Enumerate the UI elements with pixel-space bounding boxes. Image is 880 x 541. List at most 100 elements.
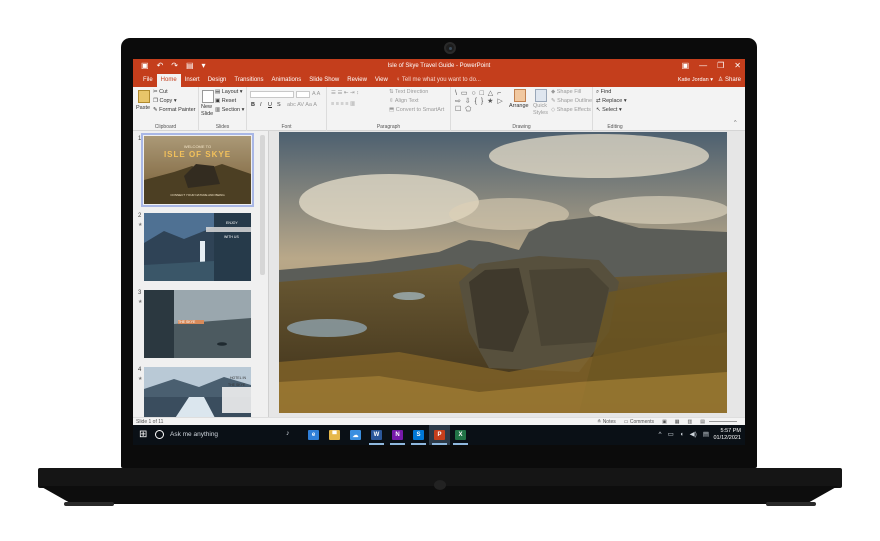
skype-glyph: S [413,430,424,440]
format-painter-button[interactable]: ✎ Format Painter [153,107,196,114]
text-direction-button[interactable]: ⇅ Text Direction [389,89,428,96]
grow-font-icon[interactable]: A A [312,91,320,98]
clipboard-group-label: Clipboard [154,124,177,130]
ribbon-tabs: File Home Insert Design Transitions Anim… [139,74,481,87]
alignment-icons[interactable]: ≡ ≡ ≡ ≡ ▥ [331,101,355,108]
slide-thumbnail-4[interactable]: HOTEL IN THE SKYE [144,367,251,417]
convert-smartart-button[interactable]: ⬒ Convert to SmartArt [389,107,444,114]
quick-styles-label-1[interactable]: Quick [533,103,547,110]
river-thumbnail-image [144,367,251,417]
slide-thumbnail-3[interactable]: THE SKYE [144,290,251,358]
shape-effects-button[interactable]: ◇ Shape Effects [551,107,591,114]
layout-label: Layout [221,89,239,95]
tab-insert[interactable]: Insert [181,74,204,87]
collapse-ribbon-icon[interactable]: ^ [734,120,737,127]
status-bar: Slide 1 of 11 ≙ Notes ▭ Comments ▣ ▦ ▥ ▤ [133,417,745,425]
underline-button[interactable]: U [268,102,272,109]
layout-button[interactable]: ▤ Layout ▾ [215,89,243,96]
volume-icon[interactable]: ◀) [690,425,697,445]
skype-icon[interactable]: S [408,425,429,445]
onenote-glyph: N [392,430,403,440]
tab-design[interactable]: Design [204,74,231,87]
tell-me-text: Tell me what you want to do... [401,77,481,83]
convert-smartart-label: Convert to SmartArt [395,107,445,113]
tab-slide-show[interactable]: Slide Show [305,74,343,87]
slide-thumbnail-2[interactable]: ENJOY WITH US [144,213,251,281]
shapes-gallery[interactable]: \ ▭ ○ □ △ ⌐ ⇨ ⇩ { } ★ ▷ ☐ ⬠ [455,90,509,116]
taskbar-search[interactable]: Ask me anything [170,430,218,439]
taskbar-clock[interactable]: 5:57 PM 01/12/2021 [713,428,741,442]
replace-button[interactable]: ⇄ Replace ▾ [596,98,627,105]
webcam [444,42,456,54]
paste-icon[interactable] [138,90,150,103]
brush-icon: ✎ [153,107,158,113]
powerpoint-icon[interactable]: P [429,425,450,445]
edge-icon[interactable]: e [303,425,324,445]
bullets-icons[interactable]: ☰ ☰ ⇤ ⇥ ↕ [331,90,359,97]
share-button[interactable]: ♙ Share [718,74,741,87]
windows-start-icon[interactable]: ⊞ [139,430,147,440]
onenote-icon[interactable]: N [387,425,408,445]
font-name-box[interactable] [250,91,294,98]
tab-transitions[interactable]: Transitions [230,74,267,87]
shadow-button[interactable]: S [277,102,281,109]
onedrive-glyph: ☁ [350,430,361,440]
network-icon[interactable]: ◖ [680,425,684,445]
minimize-button[interactable]: — [699,60,707,71]
microphone-icon[interactable]: ♪ [286,429,290,439]
tab-file[interactable]: File [139,74,157,87]
cut-button[interactable]: ✂ Cut [153,89,168,96]
select-button[interactable]: ↖ Select ▾ [596,107,622,114]
shape-outline-button[interactable]: ✎ Shape Outline [551,98,592,105]
user-account[interactable]: Katie Jordan ▾ [678,74,713,87]
drawing-group-label: Drawing [512,124,531,130]
ribbon-display-icon[interactable]: ▣ [682,60,690,71]
current-slide[interactable] [279,132,727,413]
tab-animations[interactable]: Animations [268,74,306,87]
arrange-icon[interactable] [514,89,526,102]
font-more-icons[interactable]: abc AV Aa A [287,102,317,109]
onedrive-icon[interactable]: ☁ [345,425,366,445]
shape-outline-label: Shape Outline [557,98,592,104]
italic-button[interactable]: I [260,102,262,109]
find-button[interactable]: ⌕ Find [596,89,611,96]
cortana-icon[interactable] [155,430,164,439]
copy-button[interactable]: ❐ Copy ▾ [153,98,177,105]
excel-icon[interactable]: X [450,425,471,445]
arrange-button[interactable]: Arrange [509,103,529,110]
show-hidden-icons-icon[interactable]: ^ [659,425,662,445]
new-slide-icon[interactable] [202,90,214,103]
tab-view[interactable]: View [371,74,392,87]
thumbnail-scrollbar[interactable] [260,135,265,275]
clock-time: 5:57 PM [720,428,741,434]
battery-icon[interactable]: ▭ [668,425,674,445]
section-button[interactable]: ▥ Section ▾ [215,107,244,114]
skye-landscape-photo [279,132,727,413]
paste-button[interactable]: Paste [136,105,150,112]
shape-fill-button[interactable]: ◆ Shape Fill [551,89,581,96]
quick-styles-icon[interactable] [535,89,547,102]
slides-group-label: Slides [215,124,230,130]
thumb-2-line2: WITH US [224,235,239,239]
bold-button[interactable]: B [251,102,255,109]
reset-button[interactable]: ▣ Reset [215,98,236,105]
tell-me-search[interactable]: ♀ Tell me what you want to do... [396,74,481,87]
file-explorer-icon[interactable]: ▀ [324,425,345,445]
new-slide-label-2[interactable]: Slide [201,111,213,118]
slide-thumbnail-1[interactable]: WELCOME TO ISLE OF SKYE CONNECT YOUR NAT… [141,133,254,207]
close-button[interactable]: ✕ [734,60,741,71]
section-label: Section [221,107,241,113]
new-slide-label-1[interactable]: New [201,104,212,111]
quick-styles-label-2[interactable]: Styles [533,110,548,117]
zoom-slider[interactable] [709,421,737,422]
laptop-photo: ▣ ↶ ↷ ▤ ▾ Isle of Skye Travel Guide - Po… [0,0,880,541]
font-size-box[interactable] [296,91,310,98]
align-text-button[interactable]: ⇳ Align Text [389,98,419,105]
restore-button[interactable]: ❐ [717,60,724,71]
tab-home[interactable]: Home [156,74,181,87]
drawing-group: \ ▭ ○ □ △ ⌐ ⇨ ⇩ { } ★ ▷ ☐ ⬠ Arrange Quic… [451,87,593,131]
word-icon[interactable]: W [366,425,387,445]
tab-review[interactable]: Review [343,74,371,87]
keyboard-icon[interactable]: ▤ [703,425,709,445]
ribbon: Paste ✂ Cut ❐ Copy ▾ ✎ Format Painter Cl… [133,87,745,131]
